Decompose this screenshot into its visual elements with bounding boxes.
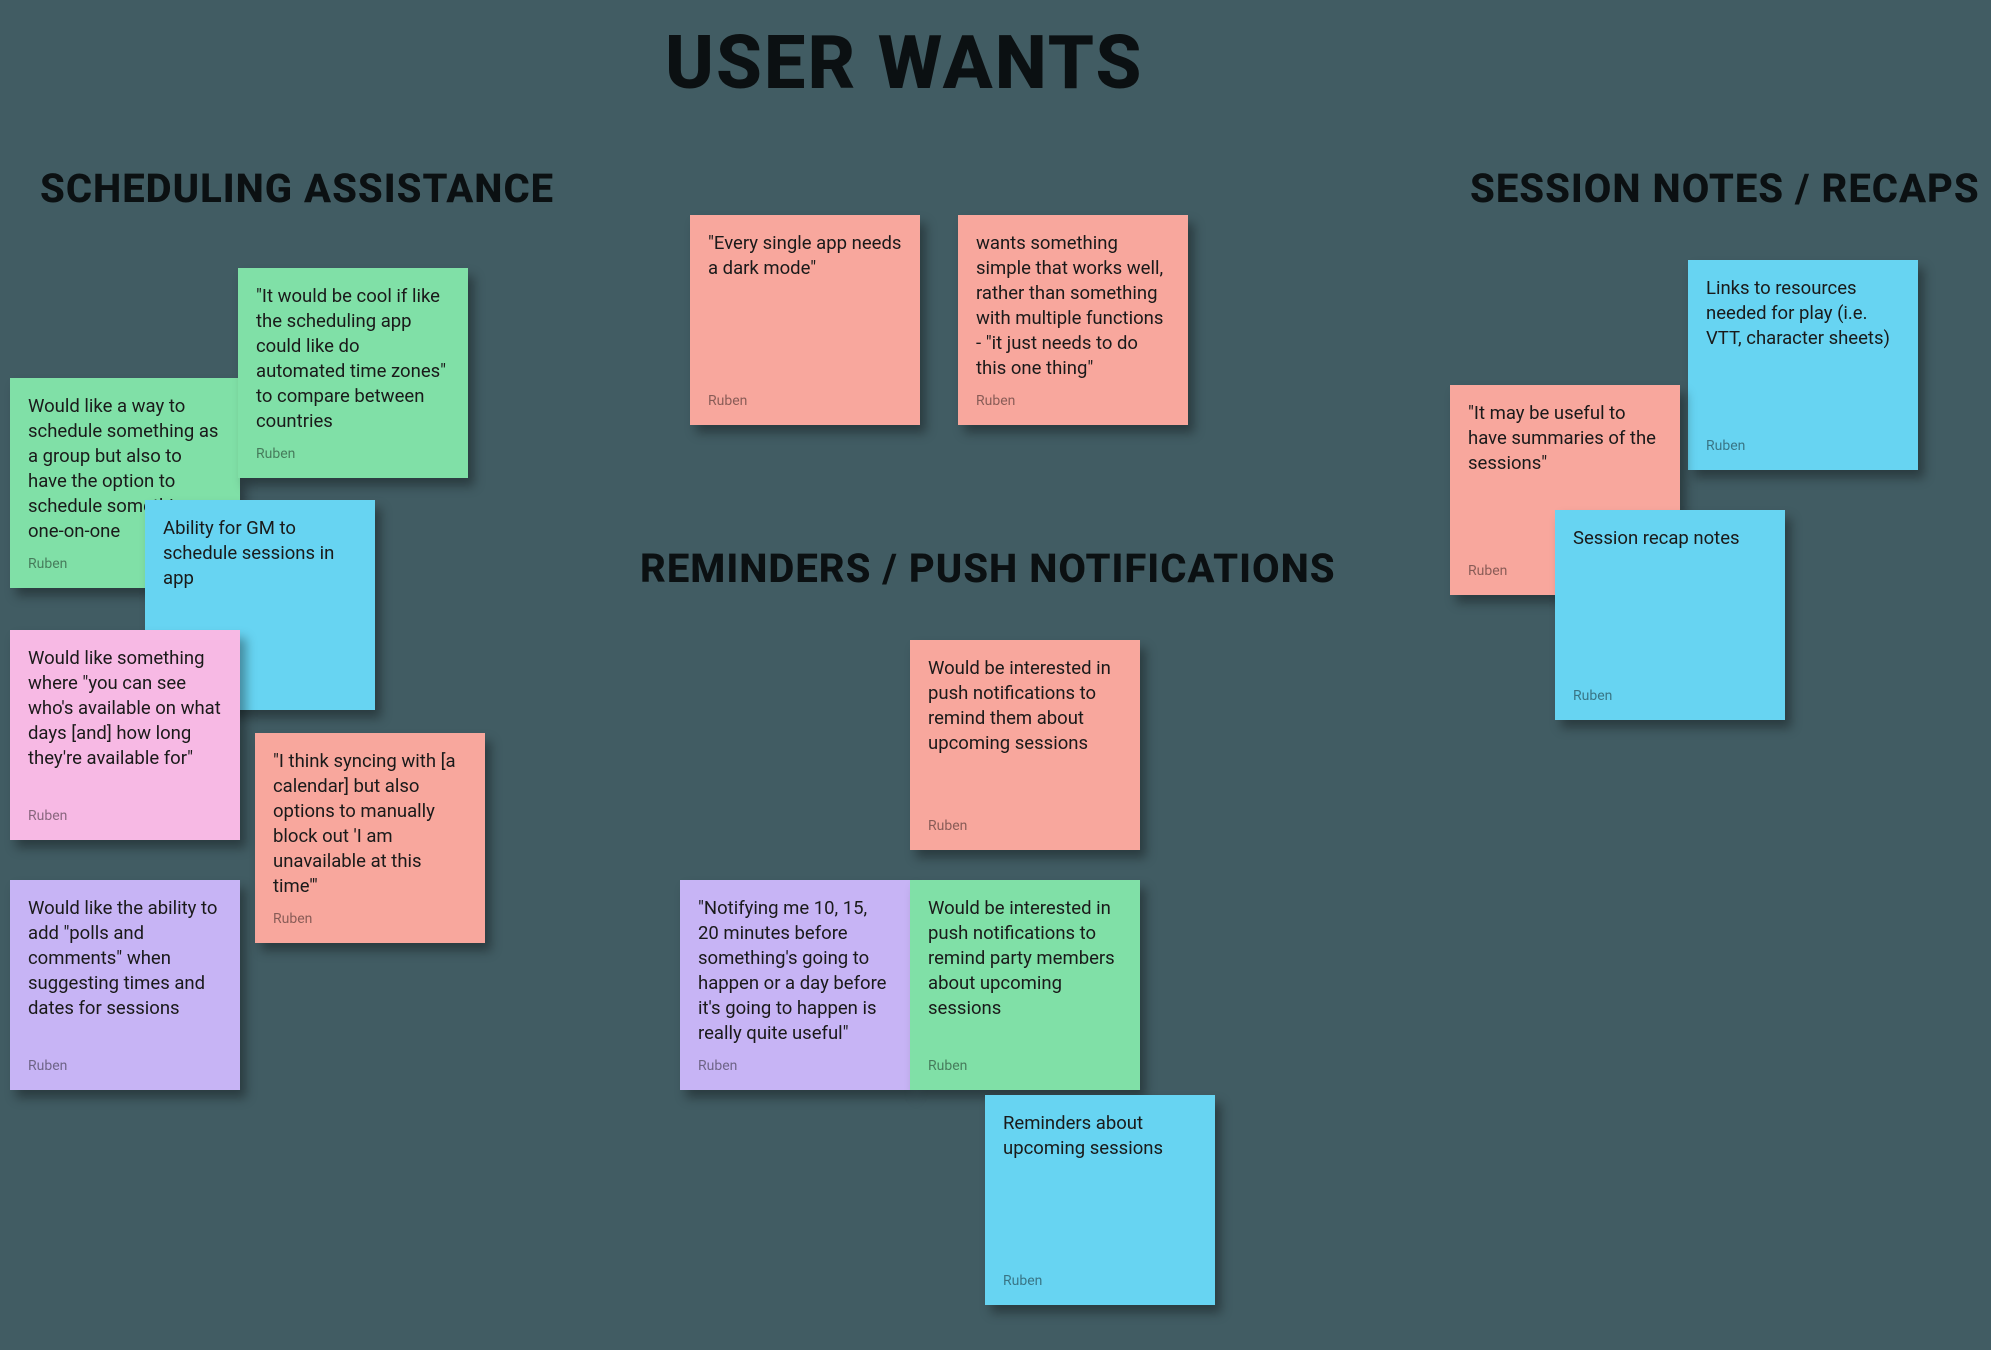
board-title: USER WANTS <box>665 20 1143 107</box>
affinity-canvas[interactable]: USER WANTS SCHEDULING ASSISTANCE REMINDE… <box>0 0 1991 1350</box>
sticky-author: Ruben <box>28 807 222 826</box>
section-title-recaps: SESSION NOTES / RECAPS <box>1470 165 1980 212</box>
sticky-note[interactable]: "I think syncing with [a calendar] but a… <box>255 733 485 943</box>
sticky-text: Would like something where "you can see … <box>28 646 222 771</box>
sticky-note[interactable]: Session recap notes Ruben <box>1555 510 1785 720</box>
sticky-note[interactable]: Links to resources needed for play (i.e.… <box>1688 260 1918 470</box>
sticky-text: Session recap notes <box>1573 526 1767 551</box>
sticky-note[interactable]: Would like something where "you can see … <box>10 630 240 840</box>
sticky-text: Would like the ability to add "polls and… <box>28 896 222 1021</box>
sticky-author: Ruben <box>28 1057 222 1076</box>
sticky-text: "I think syncing with [a calendar] but a… <box>273 749 467 899</box>
sticky-text: "Every single app needs a dark mode" <box>708 231 902 281</box>
sticky-author: Ruben <box>708 392 902 411</box>
sticky-note[interactable]: Would be interested in push notification… <box>910 880 1140 1090</box>
sticky-author: Ruben <box>1706 437 1900 456</box>
sticky-note[interactable]: "Every single app needs a dark mode" Rub… <box>690 215 920 425</box>
sticky-author: Ruben <box>976 392 1170 411</box>
sticky-text: Ability for GM to schedule sessions in a… <box>163 516 357 591</box>
sticky-note[interactable]: "Notifying me 10, 15, 20 minutes before … <box>680 880 910 1090</box>
sticky-text: "Notifying me 10, 15, 20 minutes before … <box>698 896 892 1046</box>
sticky-note[interactable]: Would be interested in push notification… <box>910 640 1140 850</box>
sticky-note[interactable]: wants something simple that works well, … <box>958 215 1188 425</box>
sticky-text: "It may be useful to have summaries of t… <box>1468 401 1662 476</box>
sticky-author: Ruben <box>256 445 450 464</box>
sticky-text: Would be interested in push notification… <box>928 896 1122 1021</box>
sticky-author: Ruben <box>928 1057 1122 1076</box>
sticky-text: wants something simple that works well, … <box>976 231 1170 381</box>
sticky-author: Ruben <box>1003 1272 1197 1291</box>
sticky-note[interactable]: "It would be cool if like the scheduling… <box>238 268 468 478</box>
section-title-scheduling: SCHEDULING ASSISTANCE <box>40 165 554 212</box>
section-title-reminders: REMINDERS / PUSH NOTIFICATIONS <box>640 545 1336 592</box>
sticky-text: Links to resources needed for play (i.e.… <box>1706 276 1900 351</box>
sticky-author: Ruben <box>698 1057 892 1076</box>
sticky-note[interactable]: Would like the ability to add "polls and… <box>10 880 240 1090</box>
sticky-text: "It would be cool if like the scheduling… <box>256 284 450 434</box>
sticky-note[interactable]: Reminders about upcoming sessions Ruben <box>985 1095 1215 1305</box>
sticky-author: Ruben <box>1573 687 1767 706</box>
sticky-text: Would be interested in push notification… <box>928 656 1122 756</box>
sticky-author: Ruben <box>273 910 467 929</box>
sticky-author: Ruben <box>928 817 1122 836</box>
sticky-text: Reminders about upcoming sessions <box>1003 1111 1197 1161</box>
